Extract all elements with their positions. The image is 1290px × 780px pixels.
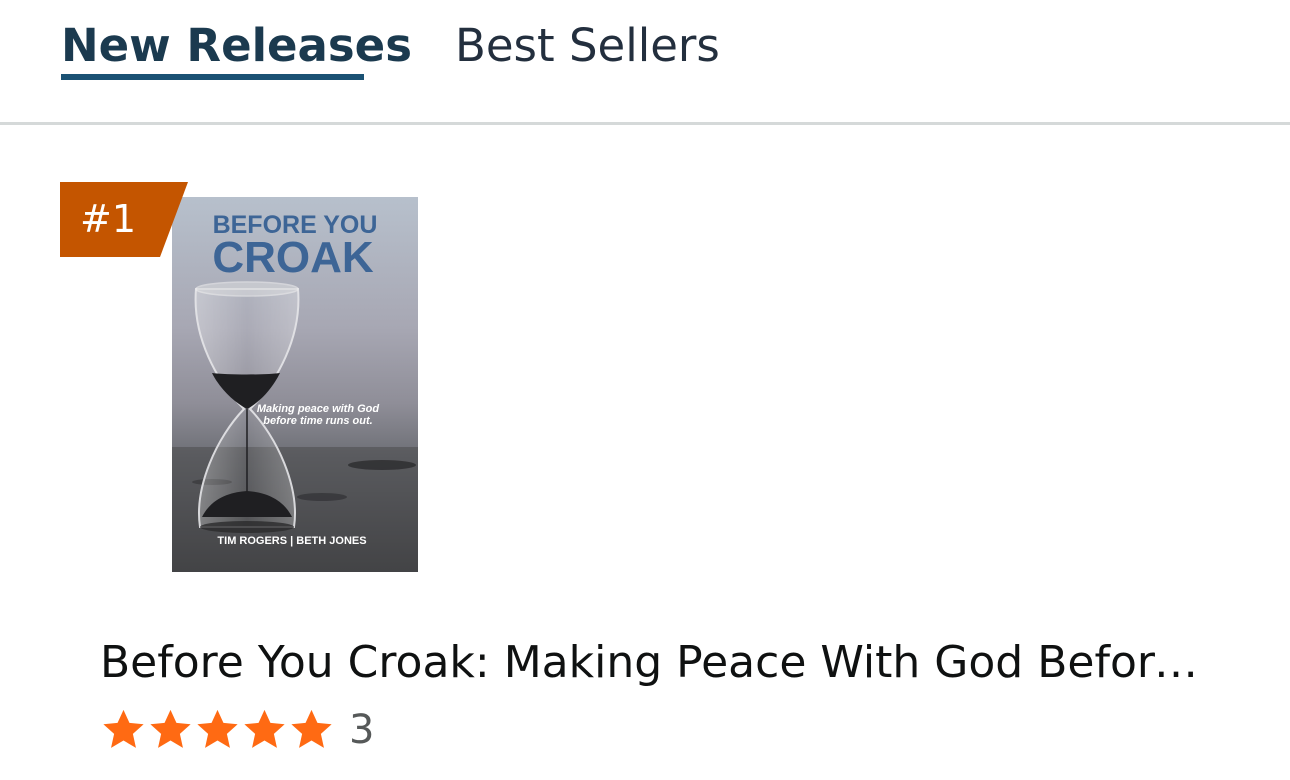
star-rating <box>100 707 335 753</box>
star-icon <box>103 709 144 748</box>
cover-title-line2: CROAK <box>212 233 374 282</box>
cover-authors: TIM ROGERS | BETH JONES <box>217 535 366 547</box>
star-icon <box>244 709 285 748</box>
product-title[interactable]: Before You Croak: Making Peace With God … <box>100 633 1220 693</box>
rating-count: 3 <box>349 707 375 753</box>
star-icon <box>150 709 191 748</box>
cover-tagline-line2: before time runs out. <box>263 415 372 427</box>
product-card[interactable]: BEFORE YOU CROAK Making peace with God b… <box>0 125 1290 780</box>
category-tabs: New Releases Best Sellers <box>0 0 1290 125</box>
book-cover-image[interactable]: BEFORE YOU CROAK Making peace with God b… <box>172 197 418 572</box>
active-tab-indicator <box>61 74 364 80</box>
star-icon <box>291 709 332 748</box>
cover-tagline-line1: Making peace with God <box>257 403 380 415</box>
star-icon <box>197 709 238 748</box>
tab-best-sellers[interactable]: Best Sellers <box>455 18 720 74</box>
rating[interactable]: 3 <box>100 705 374 755</box>
tab-new-releases[interactable]: New Releases <box>61 18 412 74</box>
rank-label: #1 <box>79 197 137 241</box>
